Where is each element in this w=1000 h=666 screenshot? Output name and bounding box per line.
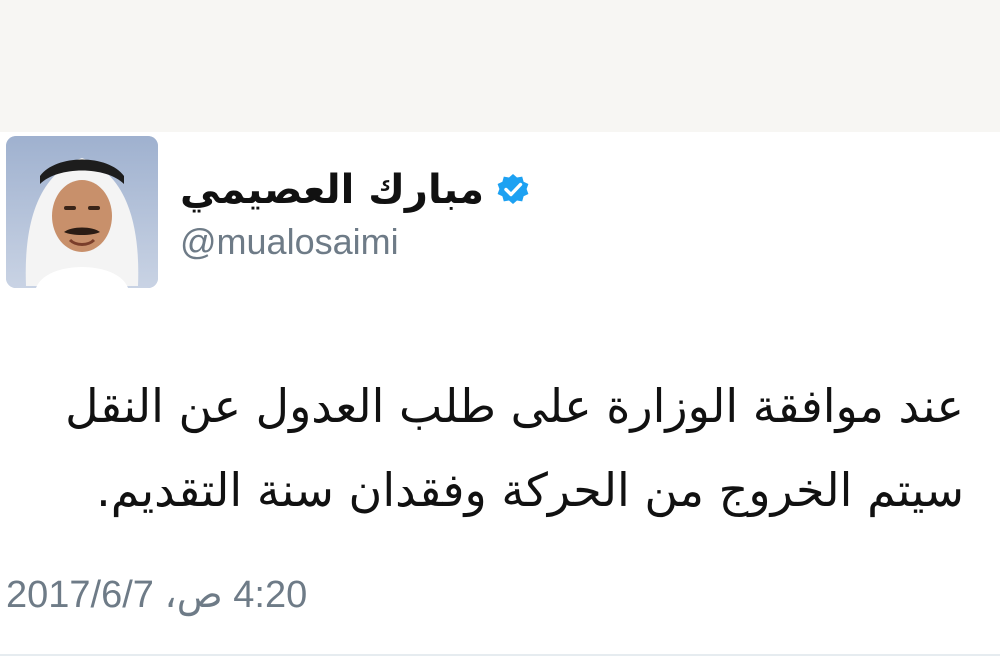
tweet-timestamp[interactable]: 4:20 ص، 2017/6/7 xyxy=(6,570,406,620)
tweet-text: عند موافقة الوزارة على طلب العدول عن الن… xyxy=(14,364,964,532)
tweet-text-line: عند موافقة الوزارة على طلب العدول عن الن… xyxy=(65,379,964,433)
author-display-name[interactable]: مبارك العصيمي xyxy=(180,162,484,218)
avatar-image xyxy=(6,136,158,288)
avatar[interactable] xyxy=(6,136,158,288)
top-margin xyxy=(0,0,1000,132)
timestamp-text: 4:20 ص، 2017/6/7 xyxy=(6,574,308,616)
tweet-card: مبارك العصيمي @mualosaimi عند موافقة الو… xyxy=(0,132,1000,666)
author-handle[interactable]: @mualosaimi xyxy=(180,220,399,264)
divider xyxy=(0,654,1000,656)
author-name-row: مبارك العصيمي xyxy=(180,162,530,218)
verified-badge-icon xyxy=(496,173,530,207)
tweet-text-line: سيتم الخروج من الحركة وفقدان سنة التقديم… xyxy=(96,463,964,517)
